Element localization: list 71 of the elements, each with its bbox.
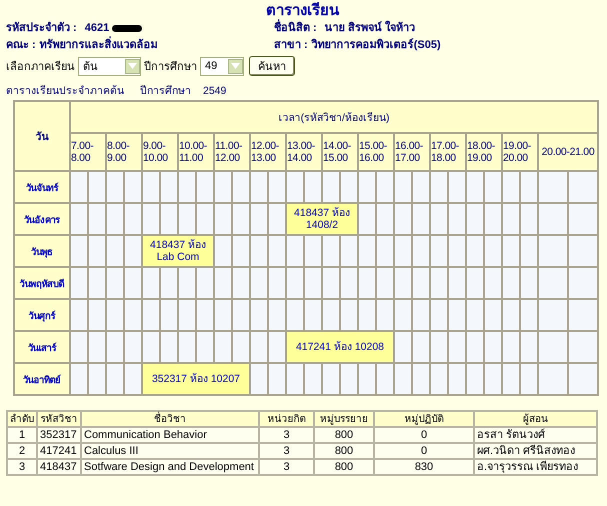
- table-cell: 800: [314, 443, 374, 459]
- student-id-value: 4621: [84, 21, 110, 36]
- time-slot-header: 18.00-19.00: [466, 133, 502, 171]
- time-slot-header: 17.00-18.00: [430, 133, 466, 171]
- column-header: ผู้สอน: [474, 411, 597, 427]
- time-slot-header: 20.00-21.00: [538, 133, 598, 171]
- search-button[interactable]: ค้นหา: [249, 56, 295, 76]
- redaction-mark: [112, 25, 142, 32]
- class-entry: 352317 ห้อง 10207: [142, 363, 250, 395]
- faculty-label: คณะ :: [6, 38, 36, 53]
- student-name-value: นาย สิรพจน์ ใจห้าว: [324, 20, 415, 36]
- caret-icon: [125, 58, 140, 74]
- table-cell: Sotfware Design and Development: [81, 459, 259, 475]
- table-cell: 800: [314, 459, 374, 475]
- table-cell: ผศ.วนิดา ศรีนิสงทอง: [474, 443, 597, 459]
- caret-icon: [228, 58, 243, 74]
- time-slot-header: 15.00-16.00: [358, 133, 394, 171]
- table-cell: Calculus III: [81, 443, 259, 459]
- table-cell: 800: [314, 427, 374, 443]
- table-cell: 1: [7, 427, 37, 443]
- year-dropdown[interactable]: 49: [200, 56, 244, 76]
- column-header: ลำดับ: [7, 411, 37, 427]
- column-header: ชื่อวิชา: [81, 411, 259, 427]
- time-slot-header: 14.00-15.00: [322, 133, 358, 171]
- table-cell: 3: [259, 427, 314, 443]
- time-slot-header: 10.00-11.00: [178, 133, 214, 171]
- table-cell: 418437: [37, 459, 81, 475]
- time-slot-header: 13.00-14.00: [286, 133, 322, 171]
- column-header: รหัสวิชา: [37, 411, 81, 427]
- day-column-header: วัน: [14, 101, 70, 171]
- column-header: หมู่ปฏิบัติ: [374, 411, 474, 427]
- table-cell: 352317: [37, 427, 81, 443]
- column-header: หน่วยกิต: [259, 411, 314, 427]
- day-label: วันพุธ: [14, 235, 70, 267]
- table-cell: 417241: [37, 443, 81, 459]
- day-label: วันอาทิตย์: [14, 363, 70, 395]
- day-label: วันเสาร์: [14, 331, 70, 363]
- caption-year-label: ปีการศึกษา: [140, 85, 191, 98]
- major-label: สาขา :: [274, 38, 308, 53]
- year-label: ปีการศึกษา: [144, 60, 197, 75]
- student-id-label: รหัสประจำตัว :: [6, 20, 77, 36]
- table-cell: 0: [374, 427, 474, 443]
- time-slot-header: 12.00-13.00: [250, 133, 286, 171]
- table-cell: Communication Behavior: [81, 427, 259, 443]
- day-label: วันจันทร์: [14, 171, 70, 203]
- time-column-header: เวลา(รหัสวิชา/ห้องเรียน): [70, 101, 598, 133]
- column-header: หมู่บรรยาย: [314, 411, 374, 427]
- class-entry: 417241 ห้อง 10208: [286, 331, 394, 363]
- page-title: ตารางเรียน: [265, 2, 340, 19]
- table-cell: 0: [374, 443, 474, 459]
- table-cell: 3: [259, 459, 314, 475]
- major-value: วิทยาการคอมพิวเตอร์(S05): [312, 37, 441, 53]
- caption-year-value: 2549: [203, 85, 226, 98]
- table-cell: 3: [259, 443, 314, 459]
- caption-semester: ตารางเรียนประจำภาคต้น: [6, 85, 124, 98]
- day-label: วันพฤหัสบดี: [14, 267, 70, 299]
- table-cell: 2: [7, 443, 37, 459]
- class-entry: 418437 ห้อง 1408/2: [286, 203, 358, 235]
- student-name-label: ชื่อนิสิต :: [274, 20, 317, 37]
- time-slot-header: 11.00-12.00: [214, 133, 250, 171]
- semester-dropdown[interactable]: ต้น: [78, 56, 141, 76]
- day-label: วันศุกร์: [14, 299, 70, 331]
- class-entry: 418437 ห้อง Lab Com: [142, 235, 214, 267]
- table-cell: 830: [374, 459, 474, 475]
- table-cell: 3: [7, 459, 37, 475]
- table-cell: อ.จารุวรรณ เพียรทอง: [474, 459, 597, 475]
- day-label: วันอังคาร: [14, 203, 70, 235]
- table-cell: อรสา รัตนวงศ์: [474, 427, 597, 443]
- time-slot-header: 16.00-17.00: [394, 133, 430, 171]
- faculty-value: ทรัพยากรและสิ่งแวดล้อม: [40, 37, 158, 54]
- semester-label: เลือกภาคเรียน: [6, 60, 75, 75]
